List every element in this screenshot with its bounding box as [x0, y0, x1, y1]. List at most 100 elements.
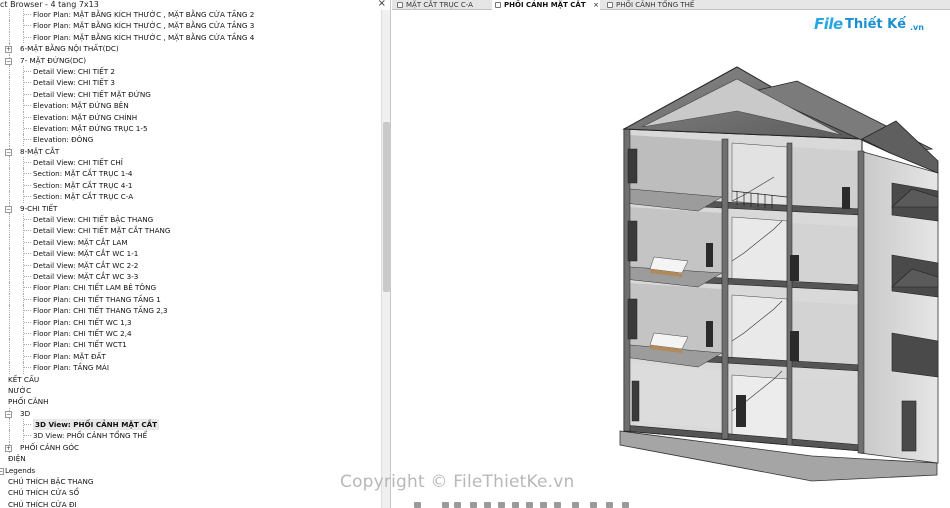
tree-group[interactable]: −8-MẶT CẮT — [0, 145, 380, 158]
tree-item-label: Detail View: MẶT CẮT LAM — [33, 237, 128, 247]
tab-mat-cat-truc-c-a[interactable]: MẶT CẮT TRỤC C-A — [394, 0, 492, 10]
tree-item[interactable]: Floor Plan: MẶT ĐẤT — [0, 350, 380, 363]
tree-guide-line — [24, 25, 31, 27]
tree-guide-line — [9, 65, 10, 78]
shadows-icon[interactable] — [484, 502, 491, 508]
tree-guide-line — [9, 88, 10, 101]
expand-icon[interactable]: + — [5, 46, 12, 54]
tree-item[interactable]: Floor Plan: CHI TIẾT WC 1,3 — [0, 316, 380, 328]
tree-item[interactable]: Detail View: CHI TIẾT MẶT ĐỨNG — [0, 88, 380, 101]
tree-item[interactable]: Detail View: CHI TIẾT BẬC THANG — [0, 214, 380, 226]
3d-view-icon — [495, 2, 501, 8]
tree-group[interactable]: −3D — [0, 407, 380, 420]
tree-item[interactable]: 3D View: PHỐI CẢNH MẶT CẮT — [0, 419, 380, 431]
tree-item[interactable]: Floor Plan: CHI TIẾT THANG TẦNG 1 — [0, 293, 380, 306]
tree-guide-line — [9, 157, 10, 169]
tree-item[interactable]: Detail View: CHI TIẾT 2 — [0, 65, 380, 78]
constraints-icon[interactable] — [622, 502, 629, 508]
close-icon[interactable]: × — [593, 1, 599, 9]
sun-path-icon[interactable] — [470, 502, 477, 508]
reveal-hidden-icon[interactable] — [554, 502, 561, 508]
tree-item[interactable]: 3D View: PHỐI CẢNH TỔNG THỂ — [0, 430, 380, 442]
tree-item[interactable]: Detail View: MẶT CẮT WC 1-1 — [0, 248, 380, 260]
tree-group[interactable]: + PHỐI CẢNH GÓC — [0, 441, 380, 454]
crop-view-icon[interactable] — [512, 502, 519, 508]
tree-guide-line — [9, 191, 10, 203]
tree-item[interactable]: Section: MẶT CẮT TRỤC 4-1 — [0, 179, 380, 192]
tree-item[interactable]: Floor Plan: MẶT BẰNG KÍCH THƯỚC , MẶT BẰ… — [0, 9, 380, 21]
tree-item-label: 9-CHI TIẾT — [20, 203, 58, 213]
tree-guide-line — [24, 36, 31, 38]
tree-item[interactable]: Floor Plan: CHI TIẾT WC 2,4 — [0, 327, 380, 340]
tree-guide-line — [9, 179, 10, 192]
tree-item[interactable]: Section: MẶT CẮT TRỤC 1-4 — [0, 168, 380, 180]
lock-view-icon[interactable] — [526, 502, 533, 508]
tree-item[interactable]: Section: MẶT CẮT TRỤC C-A — [0, 191, 380, 203]
tree-item[interactable]: CHÚ THÍCH CỬA ĐI — [0, 499, 380, 508]
tree-item[interactable]: CHÚ THÍCH CỬA SỔ — [0, 487, 380, 498]
logo-brand-text: Thiết Kế — [845, 17, 907, 32]
detail-level-icon[interactable] — [442, 502, 449, 508]
worksharing-icon[interactable] — [572, 502, 579, 508]
tree-group[interactable]: −9-CHI TIẾT — [0, 202, 380, 215]
tree-item[interactable]: Floor Plan: TẦNG MÁI — [0, 362, 380, 374]
copyright-watermark: Copyright © FileThietKe.vn — [340, 472, 575, 492]
analytical-model-icon[interactable] — [590, 502, 597, 508]
visual-style-icon[interactable] — [454, 502, 461, 508]
tree-item[interactable]: Elevation: MẶT ĐỨNG TRỤC 1-5 — [0, 122, 380, 135]
tree-item[interactable]: KẾT CẤU — [0, 374, 380, 385]
tree-guide-line — [24, 344, 31, 346]
collapse-icon[interactable]: − — [5, 57, 12, 65]
scrollbar-thumb[interactable] — [383, 122, 390, 292]
collapse-icon[interactable]: − — [0, 467, 4, 475]
tree-item[interactable]: Floor Plan: MẶT BẰNG KÍCH THƯỚC , MẶT BẰ… — [0, 31, 380, 44]
tree-item-label: Detail View: MẶT CẮT WC 3-3 — [33, 271, 139, 281]
tree-item[interactable]: Detail View: MẶT CẮT WC 3-3 — [0, 270, 380, 283]
tree-item-label: Floor Plan: CHI TIẾT THANG TẦNG 1 — [33, 294, 161, 304]
tree-item[interactable]: ĐIỆN — [0, 453, 380, 464]
collapse-icon[interactable]: − — [5, 148, 12, 156]
tree-item[interactable]: Floor Plan: CHI TIẾT THANG TẦNG 2,3 — [0, 305, 380, 317]
tree-guide-line — [9, 339, 10, 351]
tree-item-label: 7- MẶT ĐỨNG(DC) — [20, 55, 87, 65]
tree-item[interactable]: Floor Plan: MẶT BẰNG KÍCH THƯỚC , MẶT BẰ… — [0, 20, 380, 32]
tree-item[interactable]: Detail View: CHI TIẾT CHỈ — [0, 157, 380, 169]
tab-label: PHỐI CẢNH TỔNG THỂ — [616, 1, 695, 9]
tree-item[interactable]: Detail View: CHI TIẾT 3 — [0, 77, 380, 89]
collapse-icon[interactable]: − — [5, 205, 12, 213]
tree-item[interactable]: NƯỚC — [0, 385, 380, 396]
tab-phoi-canh-tong-the[interactable]: PHỐI CẢNH TỔNG THỂ — [604, 0, 714, 10]
tree-guide-line — [9, 134, 10, 146]
tree-guide-line — [24, 93, 31, 95]
tree-guide-line — [24, 264, 31, 266]
tree-item[interactable]: CHÚ THÍCH BẬC THANG — [0, 476, 380, 487]
tree-item[interactable]: Elevation: MẶT ĐỨNG BÊN — [0, 100, 380, 112]
tree-guide-line — [24, 298, 31, 300]
scale-icon[interactable] — [414, 502, 421, 508]
tree-group[interactable]: −7- MẶT ĐỨNG(DC) — [0, 54, 380, 66]
tree-item[interactable]: Elevation: MẶT ĐỨNG CHÍNH — [0, 111, 380, 123]
tree-item-label: PHỐI CẢNH — [8, 397, 49, 407]
tree-guide-line — [24, 139, 31, 141]
tree-item[interactable]: Floor Plan: CHI TIẾT LAM BÊ TÔNG — [0, 282, 380, 294]
tree-item[interactable]: Detail View: MẶT CẮT LAM — [0, 236, 380, 249]
tree-item-label: 3D View: PHỐI CẢNH MẶT CẮT — [33, 419, 160, 431]
view-tab-bar: MẶT CẮT TRỤC C-A PHỐI CẢNH MẶT CẮT × PHỐ… — [392, 0, 950, 10]
temp-hide-icon[interactable] — [540, 502, 547, 508]
close-icon[interactable]: × — [378, 0, 386, 9]
tree-group[interactable]: +6-MẶT BẰNG NỘI THẤT(DC) — [0, 43, 380, 55]
tree-item[interactable]: Floor Plan: CHI TIẾT WCT1 — [0, 339, 380, 351]
tab-phoi-canh-mat-cat[interactable]: PHỐI CẢNH MẶT CẮT × — [492, 0, 600, 10]
3d-viewport[interactable] — [392, 11, 950, 508]
tree-item[interactable]: PHỐI CẢNH — [0, 396, 380, 407]
tree-guide-line — [24, 82, 31, 84]
tree-item[interactable]: Elevation: ĐÔNG — [0, 134, 380, 146]
expand-icon[interactable]: + — [5, 444, 12, 452]
collapse-icon[interactable]: − — [5, 410, 12, 418]
browser-scrollbar[interactable] — [381, 10, 390, 508]
tree-item[interactable]: Detail View: CHI TIẾT MẶT CẮT THANG — [0, 225, 380, 237]
render-icon[interactable] — [498, 502, 505, 508]
tree-group[interactable]: −Legends — [0, 465, 380, 476]
highlight-icon[interactable] — [606, 502, 613, 508]
tree-item[interactable]: Detail View: MẶT CẮT WC 2-2 — [0, 259, 380, 271]
